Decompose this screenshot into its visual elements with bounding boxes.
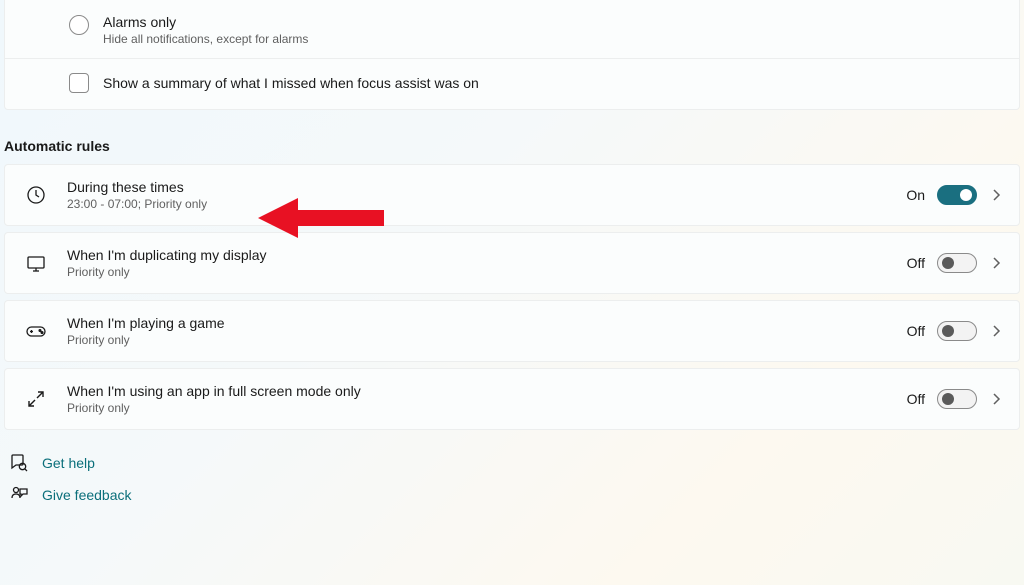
rule-subtitle: Priority only [67, 401, 887, 415]
rule-playing-game[interactable]: When I'm playing a game Priority only Of… [4, 300, 1020, 362]
give-feedback-label: Give feedback [42, 487, 132, 503]
fullscreen-arrow-icon [25, 388, 47, 410]
alarms-only-option[interactable]: Alarms only Hide all notifications, exce… [5, 0, 1019, 52]
automatic-rules-heading: Automatic rules [0, 110, 1024, 164]
chevron-right-icon[interactable] [989, 392, 1003, 406]
rule-texts: During these times 23:00 - 07:00; Priori… [67, 179, 886, 211]
gamepad-icon [25, 320, 47, 342]
chevron-right-icon[interactable] [989, 188, 1003, 202]
chevron-right-icon[interactable] [989, 324, 1003, 338]
rule-full-screen-app[interactable]: When I'm using an app in full screen mod… [4, 368, 1020, 430]
monitor-icon [25, 252, 47, 274]
get-help-label: Get help [42, 455, 95, 471]
rule-title: When I'm playing a game [67, 315, 887, 331]
toggle-switch[interactable] [937, 389, 977, 409]
toggle-switch[interactable] [937, 185, 977, 205]
rule-duplicating-display[interactable]: When I'm duplicating my display Priority… [4, 232, 1020, 294]
rule-controls: Off [907, 389, 1003, 409]
toggle-state-label: Off [907, 391, 925, 407]
rule-texts: When I'm duplicating my display Priority… [67, 247, 887, 279]
rule-controls: Off [907, 253, 1003, 273]
show-summary-option[interactable]: Show a summary of what I missed when foc… [5, 59, 1019, 109]
give-feedback-link[interactable]: Give feedback [10, 486, 1024, 504]
toggle-switch[interactable] [937, 253, 977, 273]
rule-texts: When I'm using an app in full screen mod… [67, 383, 887, 415]
get-help-link[interactable]: Get help [10, 454, 1024, 472]
toggle-state-label: On [906, 187, 925, 203]
toggle-state-label: Off [907, 255, 925, 271]
show-summary-label: Show a summary of what I missed when foc… [103, 75, 479, 91]
rule-subtitle: Priority only [67, 333, 887, 347]
toggle-state-label: Off [907, 323, 925, 339]
rule-title: When I'm duplicating my display [67, 247, 887, 263]
alarms-only-subtitle: Hide all notifications, except for alarm… [103, 32, 308, 46]
rule-title: During these times [67, 179, 886, 195]
rule-title: When I'm using an app in full screen mod… [67, 383, 887, 399]
focus-assist-options-card: Alarms only Hide all notifications, exce… [4, 0, 1020, 110]
rule-during-these-times[interactable]: During these times 23:00 - 07:00; Priori… [4, 164, 1020, 226]
rule-subtitle: Priority only [67, 265, 887, 279]
footer-links: Get help Give feedback [0, 436, 1024, 504]
rule-controls: Off [907, 321, 1003, 341]
toggle-switch[interactable] [937, 321, 977, 341]
rule-subtitle: 23:00 - 07:00; Priority only [67, 197, 886, 211]
chevron-right-icon[interactable] [989, 256, 1003, 270]
clock-icon [25, 184, 47, 206]
help-icon [10, 454, 28, 472]
alarms-only-texts: Alarms only Hide all notifications, exce… [103, 14, 308, 46]
rule-controls: On [906, 185, 1003, 205]
feedback-icon [10, 486, 28, 504]
checkbox-icon[interactable] [69, 73, 89, 93]
radio-icon[interactable] [69, 15, 89, 35]
alarms-only-title: Alarms only [103, 14, 308, 30]
rule-texts: When I'm playing a game Priority only [67, 315, 887, 347]
